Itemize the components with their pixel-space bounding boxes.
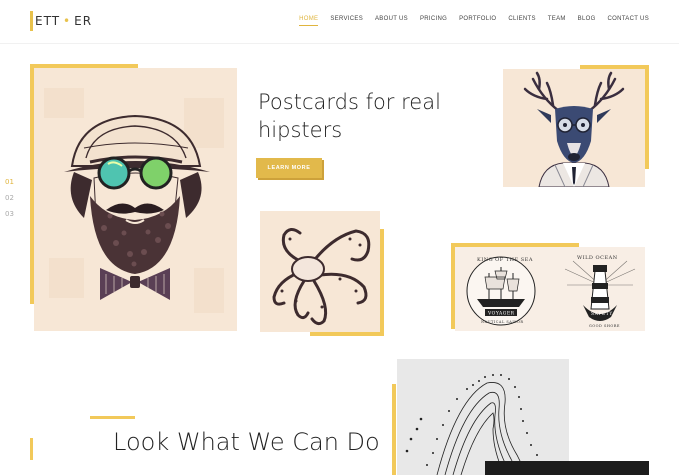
slide-pagination: 01 02 03 (5, 178, 14, 218)
logo[interactable]: ETT • ER (30, 10, 92, 32)
hipster-card[interactable] (34, 68, 237, 331)
ships-right-arc-text: WILD OCEAN (577, 255, 618, 261)
nav-item-clients[interactable]: CLIENTS (508, 16, 535, 26)
learn-more-button[interactable]: LEARN MORE (256, 158, 322, 178)
nav-item-contact-us[interactable]: CONTACT US (608, 16, 649, 26)
octopus-icon (272, 228, 371, 326)
octopus-card-frame (380, 229, 384, 336)
octopus-card-frame-bottom (310, 332, 384, 336)
slide-number-1[interactable]: 01 (5, 178, 14, 186)
nav-item-about-us[interactable]: ABOUT US (375, 16, 408, 26)
hero-headline-line-2: hipsters (258, 118, 343, 142)
logo-bar-icon (30, 11, 33, 31)
hipster-portrait-icon (44, 88, 224, 313)
logo-text: ETT • ER (35, 14, 93, 28)
hero-headline-line-1: Postcards for real (258, 90, 441, 114)
ships-left-banner-text: VOYAGER (487, 311, 515, 317)
deer-card[interactable] (503, 69, 645, 187)
ships-left-arc-text: KING OF THE SEA (477, 257, 533, 263)
dark-panel (485, 461, 649, 475)
section-side-line (30, 438, 33, 460)
nav-item-pricing[interactable]: PRICING (420, 16, 447, 26)
nav-item-blog[interactable]: BLOG (578, 16, 596, 26)
deer-card-frame-side (645, 65, 649, 169)
section-divider-line (90, 416, 135, 419)
section-title: Look What We Can Do (113, 428, 380, 456)
logo-dot-icon: • (63, 14, 72, 28)
site-header: ETT • ER HOME SERVICES ABOUT US PRICING PO… (0, 0, 679, 44)
octopus-card[interactable] (260, 211, 380, 332)
ships-right-bottom-text: GOOD SHORE (589, 324, 620, 328)
ships-card[interactable]: KING OF THE SEA VOYAGER NAUTICAL SAILOR … (455, 247, 645, 331)
nav-item-services[interactable]: SERVICES (330, 16, 363, 26)
nav-item-team[interactable]: TEAM (548, 16, 566, 26)
nav-item-home[interactable]: HOME (299, 16, 319, 26)
slide-number-2[interactable]: 02 (5, 194, 14, 202)
ships-left-bottom-text: NAUTICAL SAILOR (481, 320, 524, 324)
deer-portrait-icon (523, 71, 625, 187)
nav-item-portfolio[interactable]: PORTFOLIO (459, 16, 496, 26)
hero-headline: Postcards for real hipsters (258, 88, 478, 144)
ship-and-lighthouse-icon: KING OF THE SEA VOYAGER NAUTICAL SAILOR … (466, 255, 636, 328)
main-nav: HOME SERVICES ABOUT US PRICING PORTFOLIO… (299, 16, 649, 26)
abstract-card-frame (392, 384, 396, 475)
abstract-dot-pattern-icon (405, 374, 538, 475)
slide-number-3[interactable]: 03 (5, 210, 14, 218)
ships-right-banner-text: SAFETY (591, 311, 613, 317)
abstract-card[interactable] (397, 359, 569, 475)
